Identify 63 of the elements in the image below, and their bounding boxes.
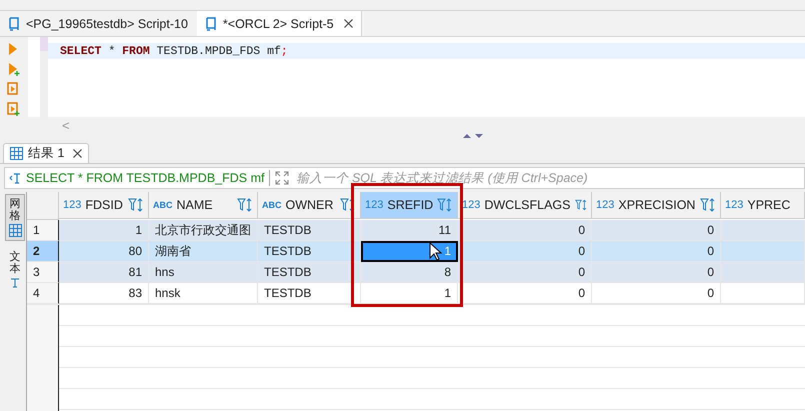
table-cell[interactable]: 北京市行政交通图 — [149, 220, 258, 241]
script-icon — [8, 16, 20, 30]
table-cell[interactable]: 1 — [59, 220, 149, 241]
column-header[interactable]: 123 SREFID — [361, 192, 458, 219]
table-cell[interactable]: 0 — [458, 283, 592, 304]
table-cell[interactable]: 0 — [592, 241, 721, 262]
editor-tab[interactable]: <PG_19965testdb> Script-10 — [0, 11, 197, 36]
side-tab[interactable]: 网格 — [5, 194, 25, 242]
table-cell[interactable]: hnsk — [149, 283, 258, 304]
collapse-arrows-icon[interactable] — [462, 133, 484, 139]
text-icon — [9, 277, 21, 290]
table-cell[interactable]: 80 — [59, 241, 149, 262]
table-cell[interactable]: 1 — [361, 283, 458, 304]
table-cell[interactable]: 8 — [361, 262, 458, 283]
table-cell[interactable]: 0 — [458, 262, 592, 283]
row-number[interactable]: 1 — [27, 220, 59, 241]
row-number[interactable]: 2 — [27, 241, 59, 262]
column-header[interactable]: ABC NAME — [149, 192, 258, 219]
table-cell[interactable]: hns — [149, 262, 258, 283]
table-cell[interactable]: 81 — [59, 262, 149, 283]
row-number[interactable]: 4 — [27, 283, 59, 304]
result-tab[interactable]: 结果 1 — [3, 143, 90, 163]
table-cell[interactable]: 0 — [458, 241, 592, 262]
column-header[interactable]: 123 YPREC — [721, 192, 805, 219]
play-plus-icon[interactable] — [7, 62, 21, 76]
column-header[interactable]: 123 DWCLSFLAGS — [458, 192, 592, 219]
script-play-icon[interactable] — [7, 82, 21, 96]
filter-sort-icon[interactable] — [128, 198, 144, 212]
close-icon[interactable] — [73, 149, 82, 158]
column-header[interactable]: 123 FDSID — [59, 192, 149, 219]
mouse-pointer-icon — [429, 242, 443, 262]
script-play-plus-icon[interactable] — [7, 102, 21, 116]
text-cursor-icon — [9, 172, 21, 184]
table-cell[interactable]: TESTDB — [258, 220, 361, 241]
filter-sort-icon[interactable] — [437, 198, 453, 212]
table-cell[interactable]: 11 — [361, 220, 458, 241]
filter-field[interactable]: SELECT * FROM TESTDB.MPDB_FDS mf 输入一个 SQL 表达式来过滤结果 (使用 Ctrl+Space) — [4, 167, 805, 189]
table-corner[interactable] — [27, 192, 59, 220]
row-number[interactable]: 3 — [27, 262, 59, 283]
table-cell[interactable]: 0 — [458, 220, 592, 241]
table-cell[interactable]: 0 — [592, 220, 721, 241]
filter-sort-icon[interactable] — [340, 198, 356, 212]
script-icon — [204, 16, 217, 30]
expand-icon[interactable] — [275, 171, 290, 185]
filter-sort-icon[interactable] — [574, 198, 587, 212]
close-icon[interactable] — [344, 19, 353, 28]
filter-query: SELECT * FROM TESTDB.MPDB_FDS mf — [26, 171, 264, 185]
table-cell[interactable]: 0 — [592, 262, 721, 283]
table-cell[interactable]: 83 — [59, 283, 149, 304]
table-cell[interactable]: 0 — [592, 283, 721, 304]
column-header[interactable]: 123 XPRECISION — [592, 192, 721, 219]
column-header[interactable]: ABC OWNER — [258, 192, 361, 219]
table-cell[interactable]: TESTDB — [258, 262, 361, 283]
editor-tab[interactable]: *<ORCL 2> Script-5 — [196, 11, 362, 36]
side-tab[interactable]: 文本 — [5, 247, 25, 294]
table-cell[interactable]: 湖南省 — [149, 241, 258, 262]
grid-icon — [10, 147, 23, 160]
table-cell[interactable]: TESTDB — [258, 241, 361, 262]
grid-icon — [8, 224, 22, 238]
table-cell[interactable]: TESTDB — [258, 283, 361, 304]
filter-sort-icon[interactable] — [237, 198, 253, 212]
filter-input[interactable]: 输入一个 SQL 表达式来过滤结果 (使用 Ctrl+Space) — [294, 170, 804, 186]
filter-sort-icon[interactable] — [700, 198, 716, 212]
